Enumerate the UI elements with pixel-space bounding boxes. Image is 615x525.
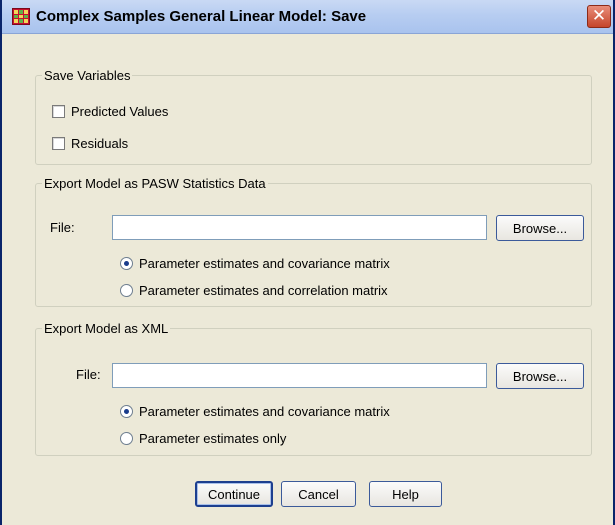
residuals-checkbox[interactable]: Residuals <box>52 136 128 151</box>
pasw-file-input[interactable] <box>112 215 487 240</box>
window-title: Complex Samples General Linear Model: Sa… <box>36 8 367 25</box>
predicted-values-checkbox[interactable]: Predicted Values <box>52 104 168 119</box>
checkbox-box[interactable] <box>52 137 65 150</box>
export-pasw-group: Export Model as PASW Statistics Data Fil… <box>35 176 592 307</box>
help-button[interactable]: Help <box>369 481 442 507</box>
export-xml-group: Export Model as XML File: Browse... Para… <box>35 321 592 456</box>
continue-button[interactable]: Continue <box>195 481 273 507</box>
pasw-file-label: File: <box>50 220 75 235</box>
close-icon[interactable]: ✕ <box>587 5 611 28</box>
xml-file-label: File: <box>76 367 101 382</box>
export-xml-legend: Export Model as XML <box>42 321 171 336</box>
checkbox-box[interactable] <box>52 105 65 118</box>
xml-estimates-only-label: Parameter estimates only <box>139 431 287 446</box>
save-variables-group: Save Variables Predicted Values Residual… <box>35 68 592 165</box>
radio-dot[interactable] <box>120 284 133 297</box>
pasw-correlation-radio[interactable]: Parameter estimates and correlation matr… <box>120 283 388 298</box>
radio-dot[interactable] <box>120 257 133 270</box>
save-variables-legend: Save Variables <box>42 68 133 83</box>
xml-estimates-only-radio[interactable]: Parameter estimates only <box>120 431 286 446</box>
pasw-covariance-label: Parameter estimates and covariance matri… <box>139 256 390 271</box>
radio-dot[interactable] <box>120 405 133 418</box>
pasw-correlation-label: Parameter estimates and correlation matr… <box>139 283 388 298</box>
pasw-browse-button[interactable]: Browse... <box>496 215 584 241</box>
predicted-values-label: Predicted Values <box>71 104 169 119</box>
pasw-covariance-radio[interactable]: Parameter estimates and covariance matri… <box>120 256 390 271</box>
radio-dot[interactable] <box>120 432 133 445</box>
xml-file-input[interactable] <box>112 363 487 388</box>
xml-browse-button[interactable]: Browse... <box>496 363 584 389</box>
xml-covariance-radio[interactable]: Parameter estimates and covariance matri… <box>120 404 390 419</box>
save-dialog: Complex Samples General Linear Model: Sa… <box>0 0 615 525</box>
xml-covariance-label: Parameter estimates and covariance matri… <box>139 404 390 419</box>
spss-app-icon <box>12 8 30 25</box>
export-pasw-legend: Export Model as PASW Statistics Data <box>42 176 268 191</box>
cancel-button[interactable]: Cancel <box>281 481 356 507</box>
residuals-label: Residuals <box>71 136 129 151</box>
title-bar[interactable]: Complex Samples General Linear Model: Sa… <box>2 0 613 34</box>
